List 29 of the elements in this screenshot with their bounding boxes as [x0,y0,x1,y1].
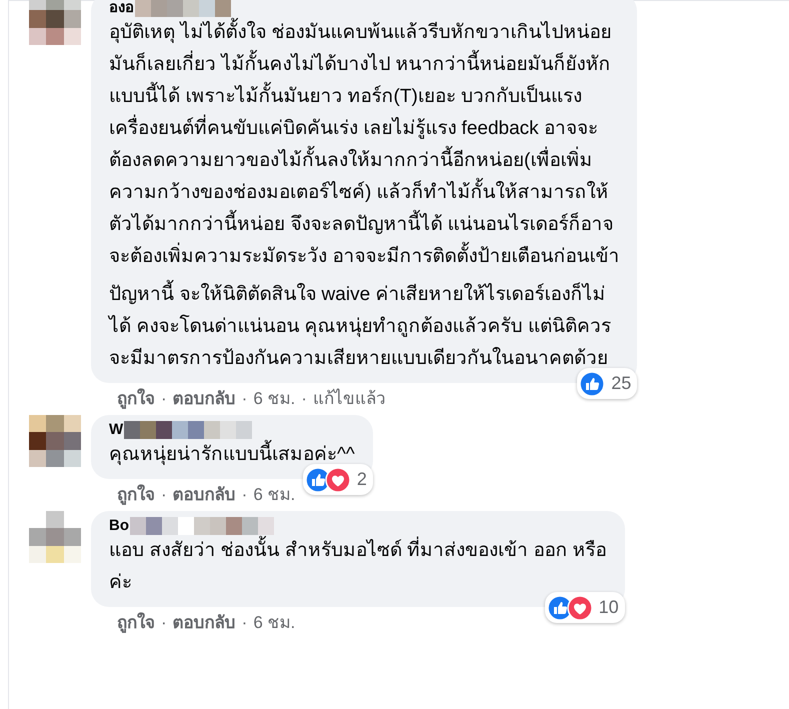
avatar-icon[interactable] [29,0,81,45]
meta-text: 6 ชม. [253,612,296,634]
action-link[interactable]: ถูกใจ [117,483,155,507]
action-link[interactable]: ตอบกลับ [172,387,236,411]
reaction-summary[interactable]: 25 [577,368,638,399]
comment-text: อุบัติเหตุ ไม่ได้ตั้งใจ ช่องมันแคบพ้นแล้วรีบหักขวาเกินไปหน่อย มันก็เลยเกี่ยว ไม้กั้นคงไม่ได้บางไป หนากว่านี้หน่อยมันก็ยังหัก แบบนี้ได้ เพราะไม้กั้นมันยาว ทอร์ก(T)เยอะ บวกกับเป็นแรง เครื่องยนต์ที่คนขับแค่บิดคันเร่ง เลยไม่รู้แรง feedback อาจจะ ต้องลดความยาวของไม้กั้นลงให้มากกว่านี้อีกหน่อย(เพื่อเพิ่ม ความกว้างของช่องมอเตอร์ไซค์) แล้วก็ทำไม้กั้นให้สามารถให้ ตัวได้มากกว่านี้หน่อย จึงจะลดปัญหานี้ได้ แน่นอนไรเดอร์ก็อาจ จะต้องเพิ่มความระมัดระวัง อาจจะมีการติดตั้งป้ายเตือนก่อนเข้า [109,17,620,273]
reaction-count: 2 [356,468,367,491]
separator-dot: · [242,612,248,634]
action-link[interactable]: ถูกใจ [117,611,155,635]
separator-dot: · [161,612,167,634]
action-link[interactable]: ตอบกลับ [172,611,236,635]
author-name[interactable]: องอ [109,0,134,17]
author-name[interactable]: W [109,421,124,439]
action-link[interactable]: ตอบกลับ [172,483,236,507]
avatar-icon[interactable] [29,415,81,467]
reaction-count: 10 [598,596,619,619]
reaction-summary[interactable]: 10 [544,592,625,623]
meta-text: แก้ไขแล้ว [312,388,386,410]
separator-dot: · [301,388,307,410]
reaction-count: 25 [611,372,632,395]
action-link[interactable]: ถูกใจ [117,387,155,411]
separator-dot: · [161,484,167,506]
separator-dot: · [161,388,167,410]
separator-dot: · [242,484,248,506]
author-name[interactable]: Bo [109,517,129,535]
separator-dot: · [242,388,248,410]
reaction-summary[interactable]: 2 [302,464,373,495]
meta-text: 6 ชม. [253,388,296,410]
meta-text: 6 ชม. [253,484,296,506]
